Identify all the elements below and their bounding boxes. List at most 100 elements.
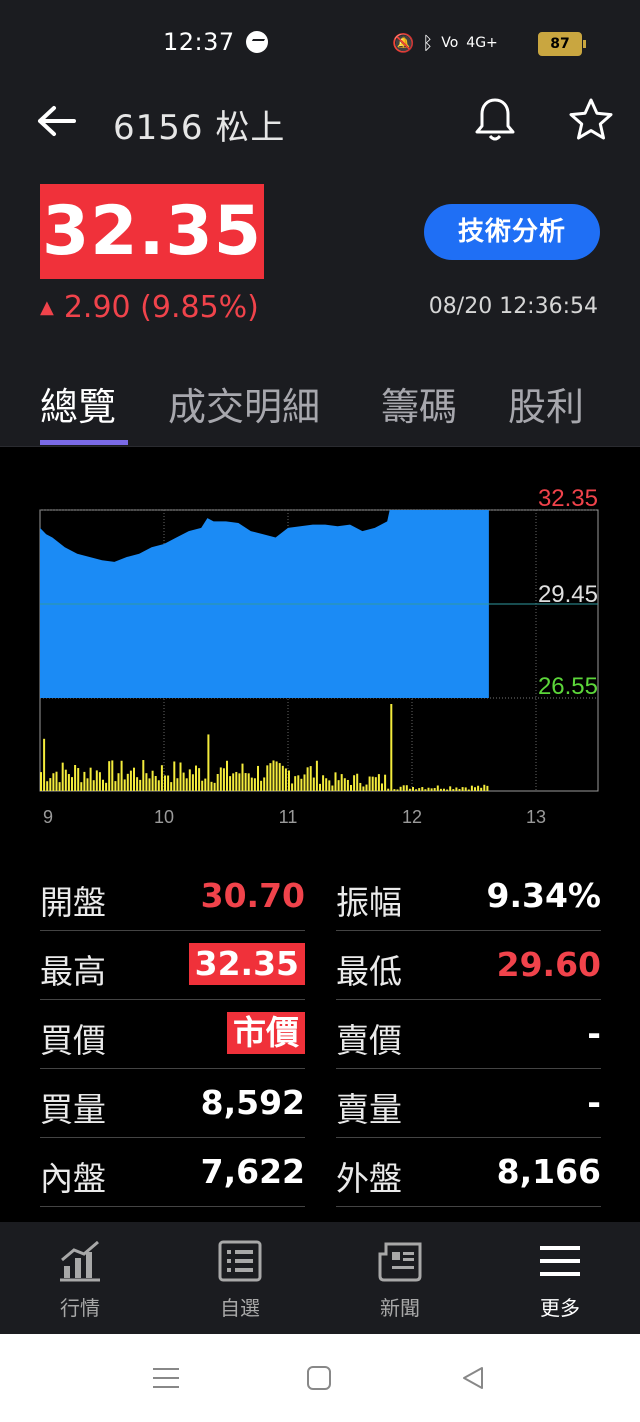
volume-bar [340,774,343,791]
volume-bar [151,770,154,791]
top-panel: 12:37 🔕 ᛒ Vo 4G+ 87 6156 松上 32.35 技術分析 ▲… [0,0,640,447]
volume-bar [58,782,61,791]
stat-label: 振幅 [336,883,402,922]
volume-bar [415,789,418,791]
stat-row: 振幅 9.34% [336,862,601,931]
x-tick-label: 11 [279,807,298,827]
volume-bar [467,789,470,791]
volume-bar [443,788,445,791]
volume-bar [424,789,427,791]
tab-trade-details[interactable]: 成交明細 [168,376,320,431]
technical-analysis-button[interactable]: 技術分析 [424,204,600,260]
volume-bar [74,765,77,791]
stat-value: 市價 [227,1012,305,1054]
volume-bar [377,774,380,791]
volume-bar [117,773,120,791]
nav-watchlist-label: 自選 [220,1296,260,1320]
volume-bar [278,763,281,791]
nav-news[interactable]: 新聞 [320,1222,480,1334]
volume-bar [170,782,173,791]
recent-apps-icon[interactable] [150,1364,182,1392]
volume-bar [89,767,92,791]
volume-bar [439,788,442,791]
back-arrow-icon[interactable] [36,104,76,138]
stat-value: 7,622 [200,1152,305,1191]
stat-value: 29.60 [496,945,601,984]
back-nav-icon[interactable] [458,1364,488,1394]
stat-value: 32.35 [188,943,305,985]
volume-bar [315,760,318,791]
stat-row: 賣量 - [336,1069,601,1138]
tab-overview[interactable]: 總覽 [40,376,116,431]
home-icon[interactable] [305,1364,335,1394]
tab-chips[interactable]: 籌碼 [381,376,457,431]
volume-bar [160,765,163,791]
volume-bar [260,780,263,791]
volume-bar [449,786,452,791]
volume-bar [55,771,58,791]
volume-bar [71,777,73,791]
volume-bar [263,777,266,791]
stock-title: 6156 松上 [113,108,286,148]
stat-row: 外盤 8,166 [336,1138,601,1207]
volume-bar [52,773,55,791]
volume-bar [288,770,290,791]
volume-bar [365,784,368,791]
volume-bar [216,773,219,791]
volume-bar [433,788,436,791]
stat-row: 買量 8,592 [40,1069,305,1138]
volume-bar [294,776,297,791]
volume-bar [129,770,132,791]
volume-bar [157,780,160,791]
volume-bar [464,787,467,791]
volume-bar [387,788,390,791]
volume-bar [257,765,259,791]
volume-bar [300,778,303,791]
volume-bar [176,778,179,791]
status-bar: 12:37 🔕 ᛒ Vo 4G+ 87 [0,0,640,86]
stat-row: 最低 29.60 [336,931,601,1000]
tab-bar: 總覽 成交明細 籌碼 股利 [0,370,640,447]
x-tick-label: 13 [526,807,546,827]
volume-bar [343,778,346,791]
volume-bar [390,704,393,791]
intraday-chart[interactable]: 32.35 29.45 26.55 9 10 11 12 13 [0,447,640,827]
network-label: 4G+ [466,35,498,51]
star-icon[interactable] [567,96,615,144]
volume-bar [235,771,238,791]
bell-icon[interactable] [473,96,517,144]
volume-bar [480,787,483,791]
volume-bar [446,789,449,791]
nav-market[interactable]: 行情 [0,1222,160,1334]
volume-bar [359,782,362,791]
volume-bar [421,787,424,791]
volume-bar [312,777,315,791]
volume-bar [98,772,101,791]
nav-more[interactable]: 更多 [480,1222,640,1334]
nav-market-label: 行情 [60,1296,100,1320]
volume-bar [179,762,182,791]
volume-bar [402,785,405,791]
current-price: 32.35 [40,184,264,279]
volume-bar [226,760,228,791]
volume-bar [284,768,287,791]
volume-bar [241,763,244,791]
volume-bar [108,761,111,791]
tab-dividend[interactable]: 股利 [508,376,584,431]
stat-value: 8,592 [200,1083,305,1122]
volume-bar [188,769,191,791]
nav-watchlist[interactable]: 自選 [160,1222,320,1334]
stat-row: 開盤 30.70 [40,862,305,931]
status-icons: 🔕 ᛒ Vo 4G+ [392,30,498,56]
volume-bar [393,789,396,791]
volume-bar [120,760,123,791]
volume-bar [322,775,325,791]
volume-bar [297,775,300,791]
volume-bar [167,775,170,791]
volume-bar [67,774,70,791]
volume-bar [92,780,95,791]
stat-value: 30.70 [200,876,305,915]
volume-bar [281,765,284,791]
stat-value: - [587,1014,601,1053]
stat-row: 賣價 - [336,1000,601,1069]
